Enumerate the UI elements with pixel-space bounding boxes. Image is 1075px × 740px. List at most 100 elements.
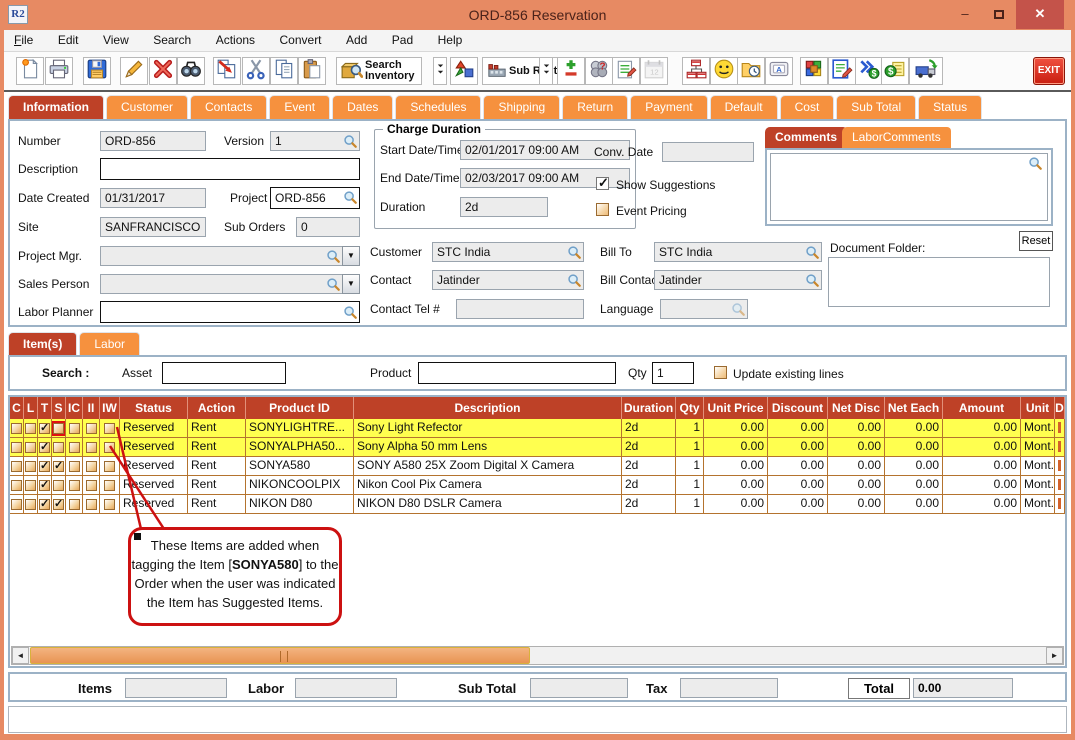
cell-s[interactable] bbox=[52, 438, 66, 457]
document-folder-box[interactable] bbox=[828, 257, 1050, 307]
scroll-left-arrow[interactable]: ◄ bbox=[12, 647, 29, 664]
grid-column-product_id[interactable]: Product ID bbox=[246, 397, 354, 419]
cell-dx[interactable] bbox=[1055, 476, 1065, 495]
cell-duration[interactable]: 2d bbox=[622, 495, 676, 514]
shortcut-keys-button[interactable]: A bbox=[765, 57, 793, 85]
cell-unit_price[interactable]: 0.00 bbox=[704, 438, 768, 457]
cell-net_each[interactable]: 0.00 bbox=[885, 419, 943, 438]
invoice-button[interactable]: $ bbox=[881, 57, 909, 85]
cell-unit[interactable]: Mont... bbox=[1021, 495, 1055, 514]
cell-description[interactable]: NIKON D80 DSLR Camera bbox=[354, 495, 622, 514]
cell-dx[interactable] bbox=[1055, 438, 1065, 457]
cell-ic[interactable] bbox=[66, 495, 83, 514]
asset-input[interactable] bbox=[162, 362, 286, 384]
grid-column-net_each[interactable]: Net Each bbox=[885, 397, 943, 419]
cell-amount[interactable]: 0.00 bbox=[943, 438, 1021, 457]
copy-to-order-button[interactable] bbox=[213, 57, 241, 85]
row-checkbox-iw[interactable] bbox=[104, 461, 115, 472]
kits-button[interactable] bbox=[800, 57, 828, 85]
cell-c[interactable] bbox=[10, 495, 24, 514]
convert-button[interactable] bbox=[450, 57, 478, 85]
grid-row[interactable]: ReservedRentSONYALPHA50...Sony Alpha 50 … bbox=[10, 438, 1065, 457]
tab-shipping[interactable]: Shipping bbox=[483, 95, 560, 119]
row-checkbox-t[interactable] bbox=[39, 423, 50, 434]
cell-product_id[interactable]: SONYLIGHTRE... bbox=[246, 419, 354, 438]
print-button[interactable] bbox=[45, 57, 73, 85]
sales-person-field[interactable] bbox=[100, 274, 343, 294]
delivery-button[interactable] bbox=[909, 57, 943, 85]
grid-row[interactable]: ReservedRentNIKON D80NIKON D80 DSLR Came… bbox=[10, 495, 1065, 514]
contact-tel-field[interactable] bbox=[456, 299, 584, 319]
sales-person-search-icon[interactable] bbox=[326, 277, 341, 292]
grid-column-ic[interactable]: IC bbox=[66, 397, 83, 419]
row-checkbox-t[interactable] bbox=[39, 442, 50, 453]
add-remove-lines-button[interactable] bbox=[557, 57, 585, 85]
cell-s[interactable] bbox=[52, 457, 66, 476]
cell-c[interactable] bbox=[10, 419, 24, 438]
cell-unit_price[interactable]: 0.00 bbox=[704, 419, 768, 438]
cell-dx[interactable] bbox=[1055, 457, 1065, 476]
cell-net_disc[interactable]: 0.00 bbox=[828, 476, 885, 495]
row-checkbox-ii[interactable] bbox=[86, 461, 97, 472]
tab-dates[interactable]: Dates bbox=[332, 95, 393, 119]
scroll-right-arrow[interactable]: ► bbox=[1046, 647, 1063, 664]
cell-description[interactable]: SONY A580 25X Zoom Digital X Camera bbox=[354, 457, 622, 476]
grid-row[interactable]: ReservedRentSONYA580SONY A580 25X Zoom D… bbox=[10, 457, 1065, 476]
tab-contacts[interactable]: Contacts bbox=[190, 95, 267, 119]
cell-l[interactable] bbox=[24, 457, 38, 476]
cell-discount[interactable]: 0.00 bbox=[768, 457, 828, 476]
row-checkbox-ii[interactable] bbox=[86, 480, 97, 491]
row-checkbox-ic[interactable] bbox=[69, 461, 80, 472]
cell-net_disc[interactable]: 0.00 bbox=[828, 457, 885, 476]
row-checkbox-s[interactable] bbox=[53, 442, 64, 453]
qty-input[interactable]: 1 bbox=[652, 362, 694, 384]
cell-discount[interactable]: 0.00 bbox=[768, 476, 828, 495]
menu-edit[interactable]: Edit bbox=[48, 30, 89, 47]
grid-column-unit[interactable]: Unit bbox=[1021, 397, 1055, 419]
cell-iw[interactable] bbox=[100, 476, 120, 495]
cell-unit_price[interactable]: 0.00 bbox=[704, 495, 768, 514]
menu-add[interactable]: Add bbox=[336, 30, 377, 47]
search-inventory-button[interactable]: Search Inventory bbox=[336, 57, 422, 85]
edit-document-button[interactable] bbox=[828, 57, 856, 85]
contact-search-icon[interactable] bbox=[567, 273, 582, 288]
cell-l[interactable] bbox=[24, 438, 38, 457]
show-suggestions-checkbox[interactable] bbox=[596, 177, 609, 190]
cell-ic[interactable] bbox=[66, 457, 83, 476]
grid-column-unit_price[interactable]: Unit Price bbox=[704, 397, 768, 419]
bill-contact-search-icon[interactable] bbox=[805, 273, 820, 288]
cell-net_disc[interactable]: 0.00 bbox=[828, 419, 885, 438]
grid-column-qty[interactable]: Qty bbox=[676, 397, 704, 419]
cell-duration[interactable]: 2d bbox=[622, 476, 676, 495]
cell-status[interactable]: Reserved bbox=[120, 495, 188, 514]
cell-net_each[interactable]: 0.00 bbox=[885, 495, 943, 514]
row-checkbox-c[interactable] bbox=[11, 499, 22, 510]
number-field[interactable]: ORD-856 bbox=[100, 131, 206, 151]
row-checkbox-s[interactable] bbox=[53, 480, 64, 491]
grid-column-t[interactable]: T bbox=[38, 397, 52, 419]
row-checkbox-ic[interactable] bbox=[69, 480, 80, 491]
row-checkbox-c[interactable] bbox=[11, 461, 22, 472]
project-mgr-field[interactable] bbox=[100, 246, 343, 266]
row-checkbox-ic[interactable] bbox=[69, 499, 80, 510]
menu-convert[interactable]: Convert bbox=[270, 30, 332, 47]
bill-to-search-icon[interactable] bbox=[805, 245, 820, 260]
cell-dx[interactable] bbox=[1055, 419, 1065, 438]
exit-button[interactable]: EXIT bbox=[1033, 57, 1065, 85]
cell-amount[interactable]: 0.00 bbox=[943, 457, 1021, 476]
cell-qty[interactable]: 1 bbox=[676, 495, 704, 514]
cell-c[interactable] bbox=[10, 438, 24, 457]
cell-ii[interactable] bbox=[83, 419, 100, 438]
update-existing-checkbox[interactable] bbox=[714, 366, 727, 379]
row-checkbox-c[interactable] bbox=[11, 423, 22, 434]
cell-l[interactable] bbox=[24, 476, 38, 495]
cell-ic[interactable] bbox=[66, 438, 83, 457]
grid-column-description[interactable]: Description bbox=[354, 397, 622, 419]
cell-qty[interactable]: 1 bbox=[676, 419, 704, 438]
tab-event[interactable]: Event bbox=[269, 95, 330, 119]
cell-product_id[interactable]: SONYA580 bbox=[246, 457, 354, 476]
cell-discount[interactable]: 0.00 bbox=[768, 495, 828, 514]
cell-qty[interactable]: 1 bbox=[676, 476, 704, 495]
cell-qty[interactable]: 1 bbox=[676, 457, 704, 476]
cell-product_id[interactable]: NIKONCOOLPIX bbox=[246, 476, 354, 495]
